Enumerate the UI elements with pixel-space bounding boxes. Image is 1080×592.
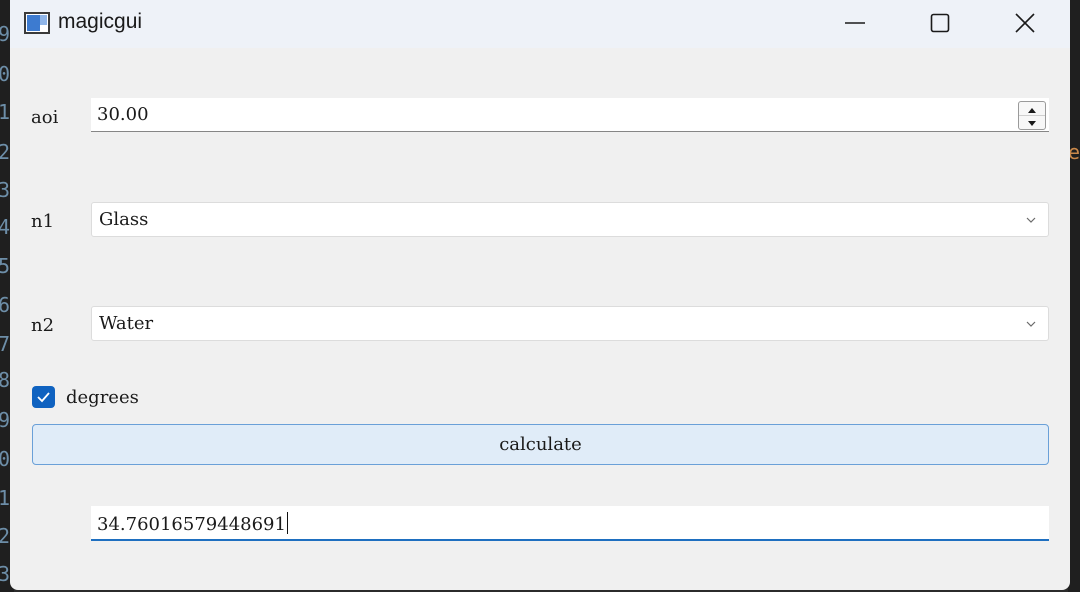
magicgui-window: magicgui aoi 30.00 n1 Glass n2 Water deg…: [10, 0, 1070, 590]
window-title: magicgui: [58, 10, 143, 33]
n1-value: Glass: [99, 209, 149, 230]
chevron-down-icon: [1026, 217, 1036, 223]
aoi-spinbox[interactable]: 30.00: [91, 98, 1049, 132]
title-bar[interactable]: magicgui: [10, 0, 1070, 48]
n1-label: n1: [31, 211, 55, 232]
minimize-button[interactable]: [825, 0, 885, 46]
text-caret: [286, 512, 288, 534]
degrees-label[interactable]: degrees: [66, 387, 139, 408]
spin-up-button[interactable]: [1019, 102, 1045, 116]
degrees-checkbox[interactable]: [32, 386, 55, 408]
result-field[interactable]: 34.76016579448691: [91, 506, 1049, 541]
minimize-icon: [845, 22, 865, 24]
n2-dropdown[interactable]: Water: [91, 306, 1049, 341]
maximize-icon: [930, 13, 950, 33]
calculate-button[interactable]: calculate: [32, 424, 1049, 465]
maximize-button[interactable]: [910, 0, 970, 46]
result-value: 34.76016579448691: [97, 512, 288, 535]
triangle-down-icon: [1028, 121, 1036, 126]
n2-label: n2: [31, 315, 55, 336]
aoi-value: 30.00: [97, 104, 149, 125]
close-icon: [1015, 13, 1035, 33]
chevron-down-icon: [1026, 321, 1036, 327]
n1-dropdown[interactable]: Glass: [91, 202, 1049, 237]
checkmark-icon: [37, 392, 50, 403]
result-text: 34.76016579448691: [97, 514, 286, 535]
close-button[interactable]: [995, 0, 1055, 46]
spin-down-button[interactable]: [1019, 115, 1045, 128]
aoi-stepper[interactable]: [1018, 101, 1046, 130]
aoi-label: aoi: [31, 107, 59, 128]
n2-value: Water: [99, 313, 154, 334]
app-window-icon: [24, 12, 50, 34]
